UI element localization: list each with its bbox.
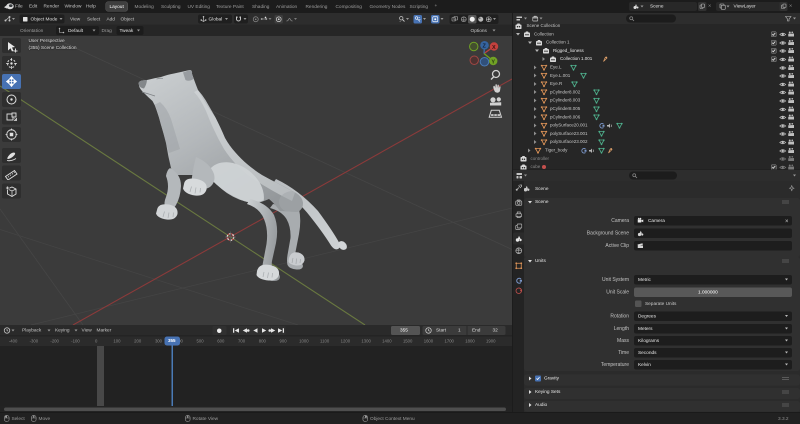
svg-text:X: X — [492, 45, 496, 51]
svg-text:Y: Y — [491, 59, 495, 65]
